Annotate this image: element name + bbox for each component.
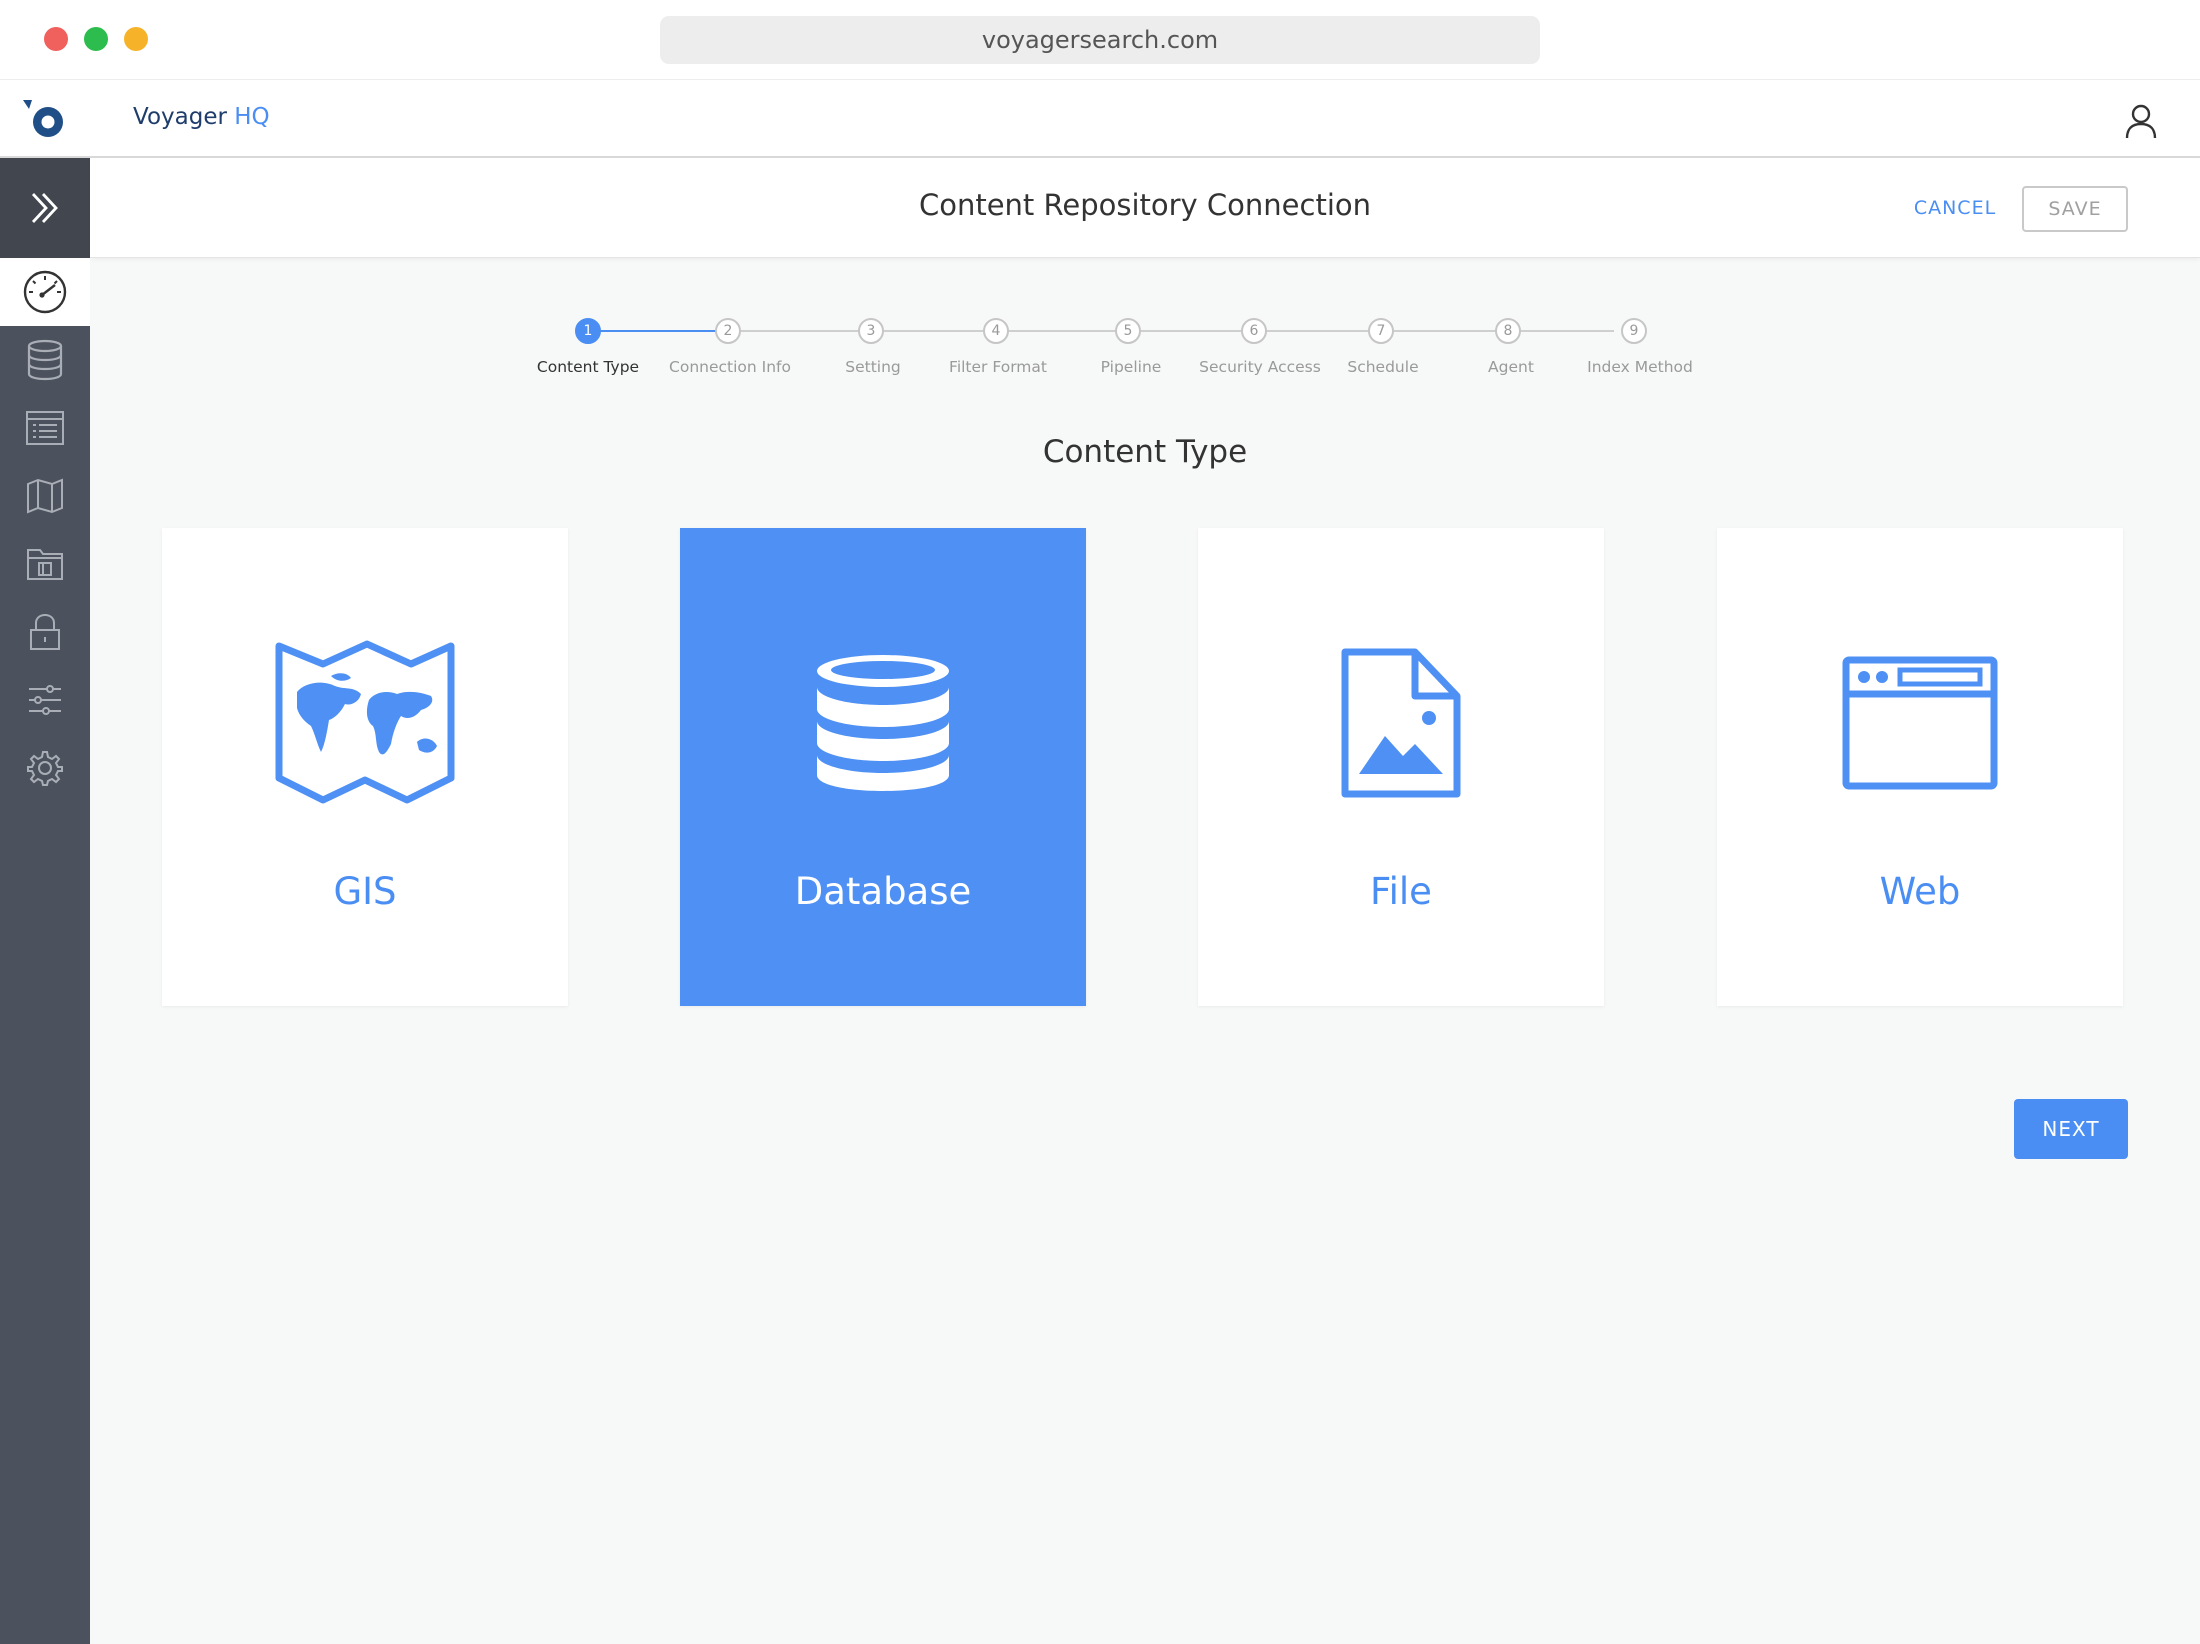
sidebar <box>0 158 90 1644</box>
next-button[interactable]: NEXT <box>2014 1099 2128 1159</box>
gauge-icon <box>23 270 67 314</box>
voyager-logo-icon[interactable] <box>20 98 68 142</box>
browser-window-icon <box>1842 656 1998 790</box>
world-map-icon <box>275 640 455 804</box>
step-9-label: Index Method <box>1587 358 1693 376</box>
sidebar-item-settings[interactable] <box>0 734 90 802</box>
double-chevron-right-icon <box>31 193 58 223</box>
section-title: Content Type <box>1042 434 1248 470</box>
address-bar[interactable]: voyagersearch.com <box>660 16 1540 64</box>
step-5-dot[interactable]: 5 <box>1115 318 1141 344</box>
sidebar-expand-button[interactable] <box>0 158 90 258</box>
sidebar-item-database[interactable] <box>0 326 90 394</box>
sidebar-item-dashboard[interactable] <box>0 258 90 326</box>
minimize-window-button[interactable] <box>124 27 148 51</box>
user-icon[interactable] <box>2122 102 2160 140</box>
database-icon <box>817 655 949 791</box>
sidebar-item-map[interactable] <box>0 462 90 530</box>
browser-toolbar: voyagersearch.com <box>0 0 2200 80</box>
step-2-dot[interactable]: 2 <box>715 318 741 344</box>
database-card-label: Database <box>794 870 972 913</box>
sidebar-item-security[interactable] <box>0 598 90 666</box>
sidebar-item-list[interactable] <box>0 394 90 462</box>
step-8-dot[interactable]: 8 <box>1495 318 1521 344</box>
page-title: Content Repository Connection <box>918 188 1372 222</box>
sidebar-item-filters[interactable] <box>0 666 90 734</box>
app-brand[interactable]: Voyager HQ <box>133 104 270 130</box>
step-7-dot[interactable]: 7 <box>1368 318 1394 344</box>
step-1-dot[interactable]: 1 <box>575 318 601 344</box>
sliders-icon <box>29 685 61 715</box>
content-type-card-gis[interactable]: GIS <box>162 528 568 1006</box>
main-content: Content Repository Connection CANCEL SAV… <box>90 158 2200 1644</box>
step-2-label: Connection Info <box>669 358 791 376</box>
close-window-button[interactable] <box>44 27 68 51</box>
lock-icon <box>30 613 60 650</box>
step-3-dot[interactable]: 3 <box>858 318 884 344</box>
content-type-card-web[interactable]: Web <box>1717 528 2123 1006</box>
url-text: voyagersearch.com <box>981 26 1219 54</box>
app-header: Voyager HQ <box>0 80 2200 158</box>
step-1-label: Content Type <box>536 358 640 376</box>
step-6-dot[interactable]: 6 <box>1241 318 1267 344</box>
maximize-window-button[interactable] <box>84 27 108 51</box>
cancel-button[interactable]: CANCEL <box>1890 188 2020 228</box>
gis-card-label: GIS <box>333 870 397 913</box>
save-button[interactable]: SAVE <box>2022 186 2128 232</box>
brand-suffix: HQ <box>234 104 270 130</box>
content-type-card-database[interactable]: Database <box>680 528 1086 1006</box>
step-4-dot[interactable]: 4 <box>983 318 1009 344</box>
file-card-label: File <box>1370 870 1432 913</box>
image-file-icon <box>1341 648 1461 798</box>
brand-name: Voyager <box>133 104 227 130</box>
map-icon <box>27 478 63 514</box>
gear-icon <box>27 751 63 786</box>
web-card-label: Web <box>1879 870 1961 913</box>
list-icon <box>26 411 64 445</box>
step-9-dot[interactable]: 9 <box>1621 318 1647 344</box>
stepper-progress-line <box>588 330 728 332</box>
title-bar: Content Repository Connection CANCEL SAV… <box>90 158 2200 258</box>
content-type-card-file[interactable]: File <box>1198 528 1604 1006</box>
sidebar-item-folder[interactable] <box>0 530 90 598</box>
database-icon <box>27 339 63 381</box>
folder-icon <box>27 549 63 580</box>
